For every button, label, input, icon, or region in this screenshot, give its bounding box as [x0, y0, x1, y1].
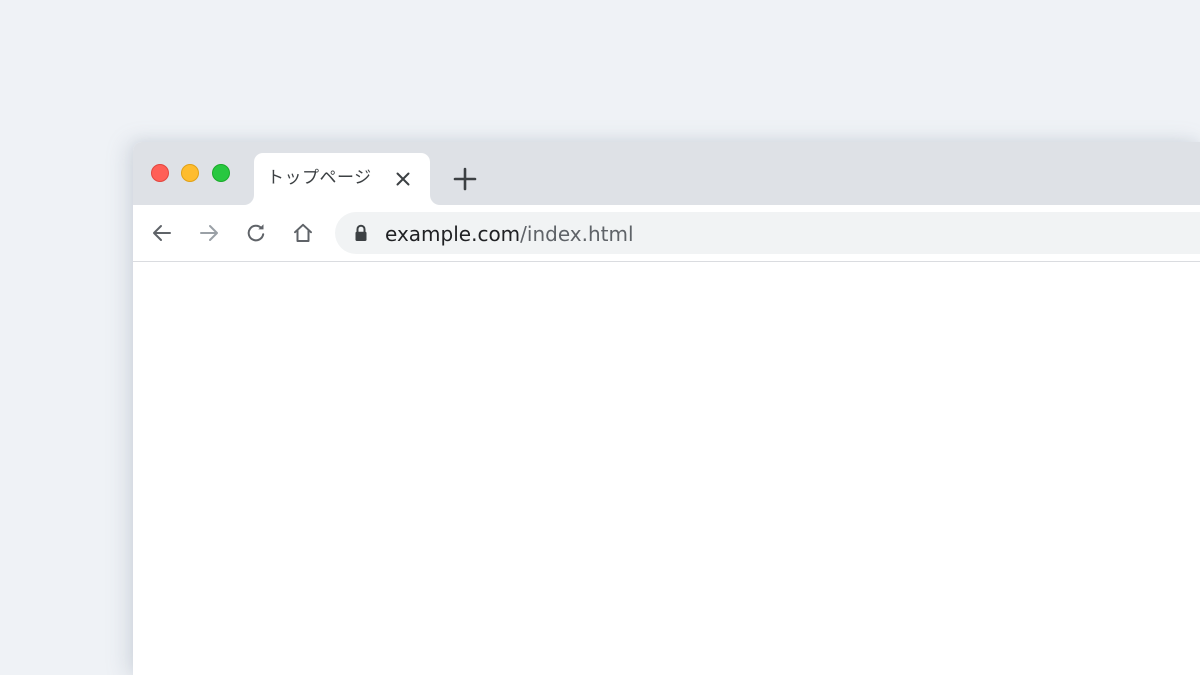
url-domain: example.com	[385, 222, 521, 246]
active-tab[interactable]: トップページ	[254, 153, 430, 205]
lock-icon[interactable]	[353, 224, 369, 242]
url-path: /index.html	[520, 222, 634, 246]
window-close-button[interactable]	[151, 164, 169, 182]
arrow-left-icon[interactable]	[150, 221, 174, 245]
url-text[interactable]: example.com/index.html	[385, 222, 634, 246]
home-icon[interactable]	[291, 221, 315, 245]
browser-window: トップページ example.com/index.html	[133, 142, 1200, 675]
desktop-background: トップページ example.com/index.html	[0, 0, 1200, 675]
tab-strip: トップページ	[133, 142, 1200, 205]
plus-icon[interactable]	[452, 166, 478, 192]
tab-title: トップページ	[267, 168, 372, 188]
toolbar: example.com/index.html	[133, 205, 1200, 262]
arrow-right-icon[interactable]	[197, 221, 221, 245]
address-bar[interactable]: example.com/index.html	[335, 212, 1200, 254]
close-icon[interactable]	[393, 169, 413, 189]
window-minimize-button[interactable]	[181, 164, 199, 182]
reload-icon[interactable]	[244, 221, 268, 245]
window-zoom-button[interactable]	[212, 164, 230, 182]
page-content[interactable]	[133, 262, 1200, 675]
